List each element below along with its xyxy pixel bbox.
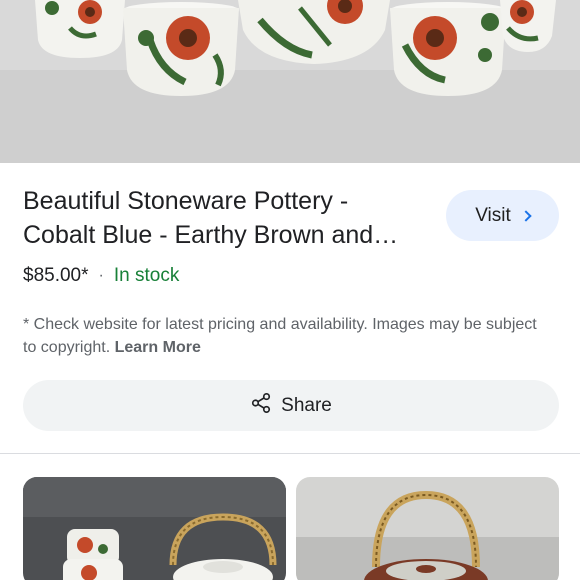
share-icon xyxy=(250,392,272,420)
visit-button-label: Visit xyxy=(475,204,511,226)
visit-button[interactable]: Visit xyxy=(446,190,559,241)
section-divider xyxy=(0,453,580,454)
disclaimer: * Check website for latest pricing and a… xyxy=(23,313,553,359)
product-image[interactable] xyxy=(0,0,580,163)
separator-dot: · xyxy=(98,267,104,284)
product-title: Beautiful Stoneware Pottery - Cobalt Blu… xyxy=(23,187,399,249)
stock-status: In stock xyxy=(113,265,180,286)
related-image-teapot[interactable] xyxy=(296,477,559,580)
learn-more-link[interactable]: Learn More xyxy=(115,339,201,356)
disclaimer-text: * Check website for latest pricing and a… xyxy=(23,316,537,356)
chevron-right-icon xyxy=(520,209,532,222)
related-image-teapot-set[interactable] xyxy=(23,477,286,580)
share-label: Share xyxy=(281,394,332,416)
price-row: $85.00* · In stock xyxy=(23,265,179,287)
share-button[interactable]: Share xyxy=(23,380,559,431)
product-price: $85.00* xyxy=(23,265,89,286)
